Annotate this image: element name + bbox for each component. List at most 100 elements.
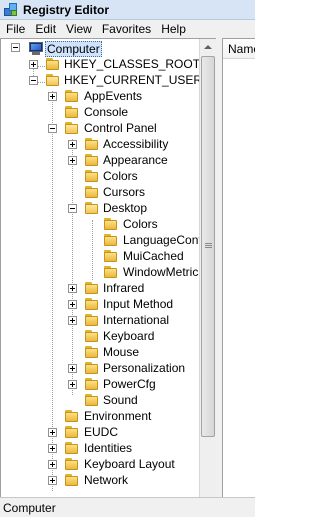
folder-icon [103, 217, 119, 231]
menu-help[interactable]: Help [156, 20, 191, 38]
registry-editor-icon [3, 2, 19, 18]
tree-node-mouse[interactable]: Mouse [1, 344, 201, 360]
computer-icon [28, 41, 44, 55]
tree-node-label: Control Panel [84, 121, 157, 135]
expand-toggle[interactable] [48, 92, 57, 101]
collapse-toggle[interactable] [68, 204, 77, 213]
grip-line [205, 243, 212, 244]
registry-tree[interactable]: Computer HKEY_CLASSES_ROOT HKEY_CURRENT_… [0, 38, 216, 497]
tree-node-appearance[interactable]: Appearance [1, 152, 201, 168]
tree-node-infrared[interactable]: Infrared [1, 280, 201, 296]
tree-node-environment[interactable]: Environment [1, 408, 201, 424]
folder-icon [84, 361, 100, 375]
scroll-up-arrow-icon[interactable] [200, 39, 216, 56]
folder-open-icon [84, 201, 100, 215]
expand-toggle[interactable] [68, 316, 77, 325]
tree-node-windowmetrics[interactable]: WindowMetrics [1, 264, 205, 280]
status-bar: Computer [0, 497, 255, 517]
tree-node-desktop[interactable]: Desktop [1, 200, 201, 216]
expand-toggle[interactable] [68, 380, 77, 389]
tree-node-label: Mouse [103, 345, 140, 359]
expand-toggle[interactable] [68, 364, 77, 373]
expand-toggle[interactable] [29, 60, 38, 69]
expand-toggle[interactable] [48, 444, 57, 453]
folder-icon [84, 281, 100, 295]
tree-node-desktop-colors[interactable]: Colors [1, 216, 201, 232]
expand-toggle[interactable] [48, 476, 57, 485]
tree-node-personalization[interactable]: Personalization [1, 360, 201, 376]
expand-toggle[interactable] [68, 300, 77, 309]
expand-toggle[interactable] [48, 460, 57, 469]
tree-node-international[interactable]: International [1, 312, 201, 328]
tree-node-label: Desktop [103, 201, 148, 215]
expand-toggle[interactable] [68, 156, 77, 165]
tree-node-network[interactable]: Network [1, 472, 201, 488]
tree-node-label: HKEY_CURRENT_USER [64, 73, 203, 87]
tree-node-label: Computer [45, 41, 102, 57]
tree-node-console[interactable]: Console [1, 104, 201, 120]
window-title: Registry Editor [23, 2, 110, 17]
tree-node-label: Console [84, 105, 129, 119]
folder-icon [84, 313, 100, 327]
collapse-toggle[interactable] [48, 124, 57, 133]
tree-node-hkey-classes-root[interactable]: HKEY_CLASSES_ROOT [1, 56, 201, 72]
folder-icon [64, 409, 80, 423]
title-bar: Registry Editor [0, 0, 255, 20]
folder-icon [84, 185, 100, 199]
collapse-toggle[interactable] [29, 76, 38, 85]
folder-icon [84, 393, 100, 407]
tree-node-accessibility[interactable]: Accessibility [1, 136, 201, 152]
folder-icon [103, 233, 119, 247]
menu-view[interactable]: View [61, 20, 97, 38]
folder-icon [64, 105, 80, 119]
tree-node-keyboard-layout[interactable]: Keyboard Layout [1, 456, 201, 472]
tree-node-computer[interactable]: Computer [1, 40, 201, 57]
tree-node-languageconfig[interactable]: LanguageConfig [1, 232, 211, 248]
folder-icon [84, 345, 100, 359]
tree-node-keyboard[interactable]: Keyboard [1, 328, 201, 344]
values-list[interactable]: Name [222, 38, 255, 497]
folder-icon [84, 137, 100, 151]
grip-line [205, 245, 212, 246]
tree-node-appevents[interactable]: AppEvents [1, 88, 201, 104]
folder-icon [84, 329, 100, 343]
tree-node-hkey-current-user[interactable]: HKEY_CURRENT_USER [1, 72, 203, 88]
tree-node-sound[interactable]: Sound [1, 392, 201, 408]
tree-vertical-scrollbar[interactable] [199, 39, 216, 497]
tree-node-label: Infrared [103, 281, 145, 295]
tree-node-colors[interactable]: Colors [1, 168, 201, 184]
tree-node-input-method[interactable]: Input Method [1, 296, 201, 312]
folder-icon [45, 57, 61, 71]
tree-node-control-panel[interactable]: Control Panel [1, 120, 201, 136]
tree-node-muicached[interactable]: MuiCached [1, 248, 201, 264]
tree-node-identities[interactable]: Identities [1, 440, 201, 456]
scrollbar-thumb[interactable] [201, 56, 215, 437]
tree-node-label: Keyboard Layout [84, 457, 175, 471]
column-header-name[interactable]: Name [223, 39, 255, 59]
folder-icon [103, 249, 119, 263]
folder-icon [103, 265, 119, 279]
tree-node-cursors[interactable]: Cursors [1, 184, 201, 200]
tree-node-label: Personalization [103, 361, 186, 375]
tree-node-label: Cursors [103, 185, 146, 199]
tree-node-eudc[interactable]: EUDC [1, 424, 201, 440]
tree-node-label: International [103, 313, 170, 327]
expand-toggle[interactable] [68, 140, 77, 149]
grip-line [205, 247, 212, 248]
tree-node-label: LanguageConfig [123, 233, 212, 247]
tree-node-label: MuiCached [123, 249, 184, 263]
collapse-toggle[interactable] [11, 43, 20, 52]
folder-icon [84, 169, 100, 183]
tree-node-label: Colors [123, 217, 158, 231]
menu-edit[interactable]: Edit [30, 20, 61, 38]
tree-node-label: WindowMetrics [123, 265, 205, 279]
menu-favorites[interactable]: Favorites [97, 20, 156, 38]
folder-icon [64, 425, 80, 439]
tree-node-powercfg[interactable]: PowerCfg [1, 376, 201, 392]
tree-node-label: Appearance [103, 153, 168, 167]
expand-toggle[interactable] [68, 284, 77, 293]
menu-file[interactable]: File [0, 20, 30, 38]
menu-bar: File Edit View Favorites Help [0, 20, 255, 38]
tree-node-label: Sound [103, 393, 138, 407]
expand-toggle[interactable] [48, 428, 57, 437]
